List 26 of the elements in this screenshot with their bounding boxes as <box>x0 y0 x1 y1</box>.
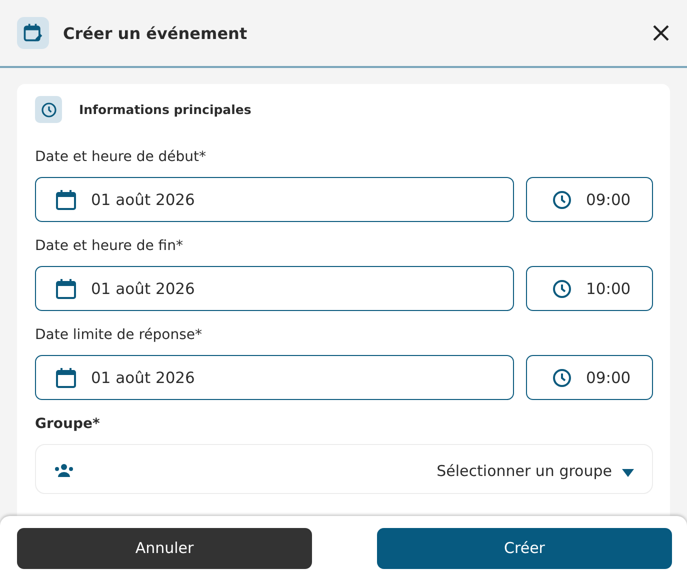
time-field[interactable]: 10:00 <box>526 266 653 311</box>
create-button[interactable]: Créer <box>377 528 672 568</box>
group-select[interactable]: Sélectionner un groupe <box>35 444 653 494</box>
date-field[interactable]: 01 août 2026 <box>35 355 514 400</box>
field-label: Date et heure de fin* <box>35 238 184 254</box>
time-field[interactable]: 09:00 <box>526 355 653 400</box>
date-field[interactable]: 01 août 2026 <box>35 177 514 222</box>
calendar-icon <box>55 188 77 210</box>
time-field[interactable]: 09:00 <box>526 177 653 222</box>
calendar-icon <box>55 366 77 388</box>
close-icon[interactable] <box>652 24 670 42</box>
date-field[interactable]: 01 août 2026 <box>35 266 514 311</box>
calendar-edit-icon <box>17 17 49 49</box>
clock-icon <box>552 190 572 210</box>
section-title: Informations principales <box>79 102 252 117</box>
calendar-icon <box>55 278 77 300</box>
people-icon <box>53 463 75 477</box>
clock-icon <box>552 368 572 388</box>
field-label: Date et heure de début* <box>35 149 208 165</box>
cancel-button[interactable]: Annuler <box>17 528 312 568</box>
clock-icon <box>552 278 572 298</box>
clock-icon <box>35 96 62 123</box>
field-label: Date limite de réponse* <box>35 327 204 343</box>
field-label: Groupe* <box>35 416 101 432</box>
caret-icon <box>622 469 634 477</box>
dialog-title: Créer un événement <box>63 24 248 42</box>
